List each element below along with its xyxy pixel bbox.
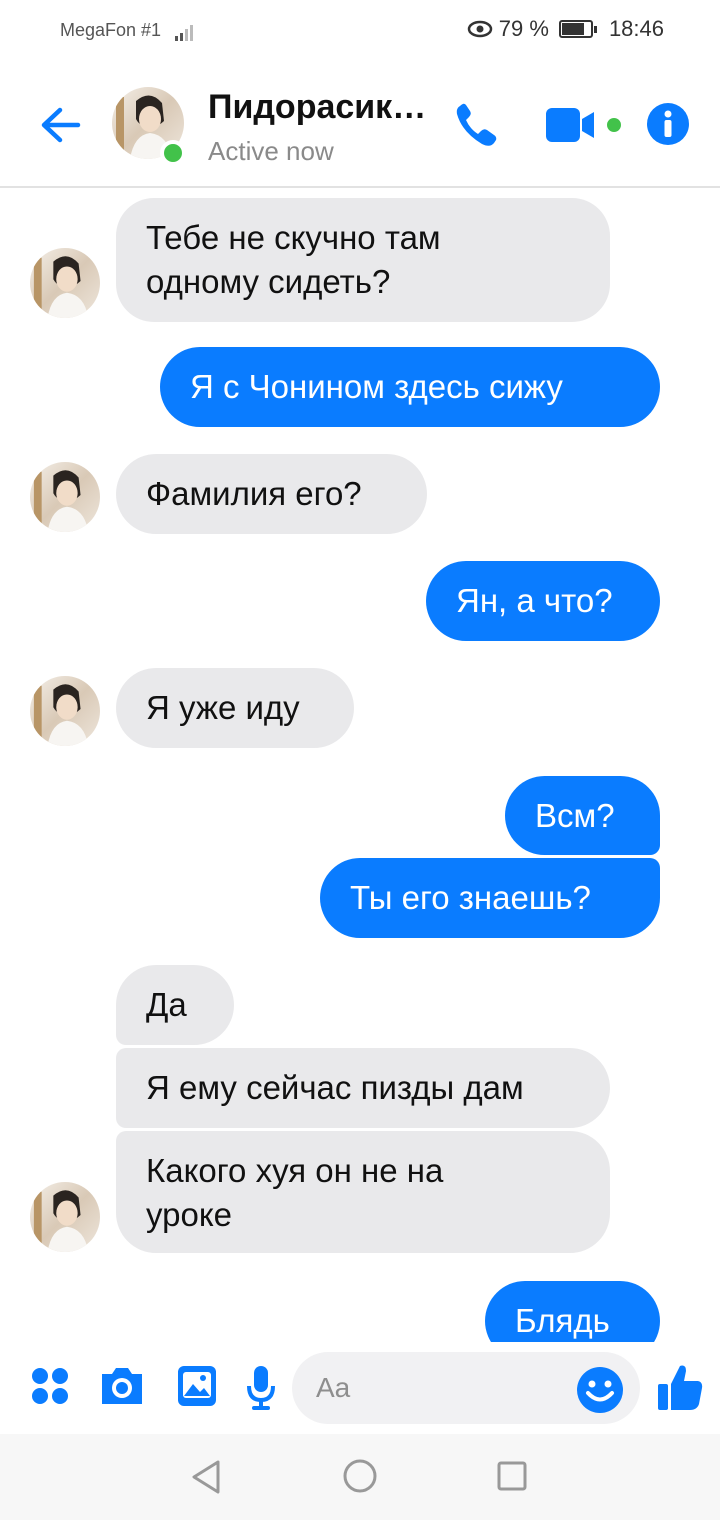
- back-arrow-icon[interactable]: [36, 102, 86, 148]
- contact-name[interactable]: Пидорасик…: [208, 88, 426, 127]
- message-bubble-outgoing[interactable]: Ян, а что?: [426, 561, 660, 641]
- online-indicator: [160, 140, 186, 166]
- message-bubble-incoming[interactable]: Тебе не скучно там одному сидеть?: [116, 198, 610, 322]
- message-bubble-outgoing[interactable]: Ты его знаешь?: [320, 858, 660, 938]
- status-bar: MegaFon #1 79 % 18:46: [0, 0, 720, 62]
- phone-icon[interactable]: [452, 100, 500, 150]
- message-composer: Aa: [0, 1344, 720, 1434]
- emoji-icon[interactable]: [576, 1366, 624, 1414]
- image-icon[interactable]: [176, 1364, 218, 1408]
- sender-avatar[interactable]: [30, 676, 100, 746]
- battery-icon: [558, 20, 597, 38]
- home-circle-icon[interactable]: [342, 1458, 378, 1494]
- carrier-label: MegaFon #1: [60, 20, 162, 40]
- message-bubble-incoming[interactable]: Какого хуя он не на уроке: [116, 1131, 610, 1253]
- message-bubble-outgoing[interactable]: Блядь: [485, 1281, 660, 1342]
- message-bubble-incoming[interactable]: Я уже иду: [116, 668, 354, 748]
- thumbs-up-icon[interactable]: [656, 1362, 704, 1412]
- back-triangle-icon[interactable]: [188, 1458, 224, 1496]
- message-list[interactable]: Тебе не скучно там одному сидеть? Я с Чо…: [0, 190, 720, 1342]
- message-input-placeholder: Aa: [316, 1372, 351, 1403]
- contact-status: Active now: [208, 136, 334, 166]
- message-bubble-outgoing[interactable]: Всм?: [505, 776, 660, 855]
- battery-percent: 79 %: [498, 16, 549, 41]
- sender-avatar[interactable]: [30, 248, 100, 318]
- signal-icon: [175, 25, 193, 41]
- message-bubble-outgoing[interactable]: Я с Чонином здесь сижу: [160, 347, 660, 427]
- message-bubble-incoming[interactable]: Да: [116, 965, 234, 1045]
- sender-avatar[interactable]: [30, 1182, 100, 1252]
- video-camera-icon[interactable]: [544, 106, 624, 144]
- microphone-icon[interactable]: [244, 1364, 278, 1412]
- message-bubble-incoming[interactable]: Я ему сейчас пизды дам: [116, 1048, 610, 1128]
- info-icon[interactable]: [646, 102, 690, 146]
- eye-icon: [467, 20, 493, 38]
- apps-grid-icon[interactable]: [30, 1366, 70, 1406]
- camera-icon[interactable]: [98, 1364, 146, 1408]
- recents-square-icon[interactable]: [496, 1460, 528, 1492]
- chat-header: Пидорасик… Active now: [0, 62, 720, 188]
- system-nav-bar: [0, 1434, 720, 1520]
- clock: 18:46: [608, 16, 664, 41]
- message-bubble-incoming[interactable]: Фамилия его?: [116, 454, 427, 534]
- sender-avatar[interactable]: [30, 462, 100, 532]
